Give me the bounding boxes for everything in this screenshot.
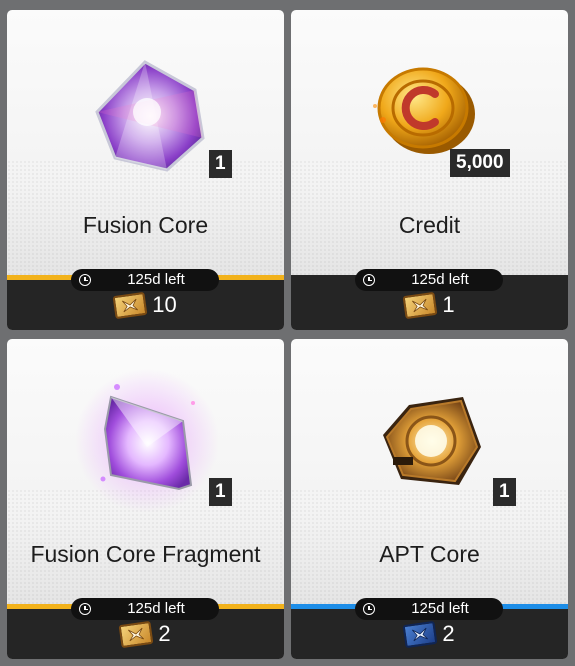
- cost-amount: 10: [152, 292, 177, 317]
- cost: 1: [291, 291, 568, 320]
- item-name: APT Core: [379, 541, 480, 567]
- shop-item-fusion-core[interactable]: 1 Fusion Core 125d left 10: [7, 10, 284, 330]
- quantity-badge: 1: [209, 478, 232, 506]
- item-name: Fusion Core: [82, 212, 209, 238]
- blue-ticket-icon: [402, 620, 438, 648]
- time-left-text: 125d left: [127, 600, 185, 617]
- clock-icon: [363, 274, 375, 286]
- cost-amount: 1: [442, 292, 455, 317]
- quantity-badge: 5,000: [450, 149, 510, 177]
- item-name: Fusion Core Fragment: [30, 541, 261, 567]
- clock-icon: [79, 274, 91, 286]
- time-left-pill: 125d left: [71, 598, 219, 620]
- time-left-text: 125d left: [411, 271, 469, 288]
- time-left-text: 125d left: [127, 271, 185, 288]
- clock-icon: [363, 603, 375, 615]
- clock-icon: [79, 603, 91, 615]
- time-left-pill: 125d left: [355, 269, 503, 291]
- fusion-core-icon: [95, 60, 205, 172]
- cost: 10: [7, 291, 284, 320]
- shop-item-apt-core[interactable]: 1 APT Core 125d left 2: [291, 339, 568, 659]
- item-name: Credit: [398, 212, 461, 238]
- quantity-badge: 1: [209, 150, 232, 178]
- gold-ticket-icon: [118, 620, 154, 648]
- quantity-badge: 1: [493, 478, 516, 506]
- time-left-text: 125d left: [411, 600, 469, 617]
- cost-amount: 2: [442, 621, 455, 646]
- cost: 2: [7, 620, 284, 649]
- gold-ticket-icon: [402, 291, 438, 319]
- fusion-core-fragment-icon: [75, 369, 219, 513]
- cost: 2: [291, 620, 568, 649]
- time-left-pill: 125d left: [355, 598, 503, 620]
- apt-core-icon: [383, 397, 481, 485]
- shop-item-credit[interactable]: 5,000 Credit 125d left 1: [291, 10, 568, 330]
- cost-amount: 2: [158, 621, 171, 646]
- time-left-pill: 125d left: [71, 269, 219, 291]
- credit-coin-icon: [373, 67, 475, 154]
- gold-ticket-icon: [112, 291, 148, 319]
- shop-item-fusion-core-fragment[interactable]: 1 Fusion Core Fragment 125d left 2: [7, 339, 284, 659]
